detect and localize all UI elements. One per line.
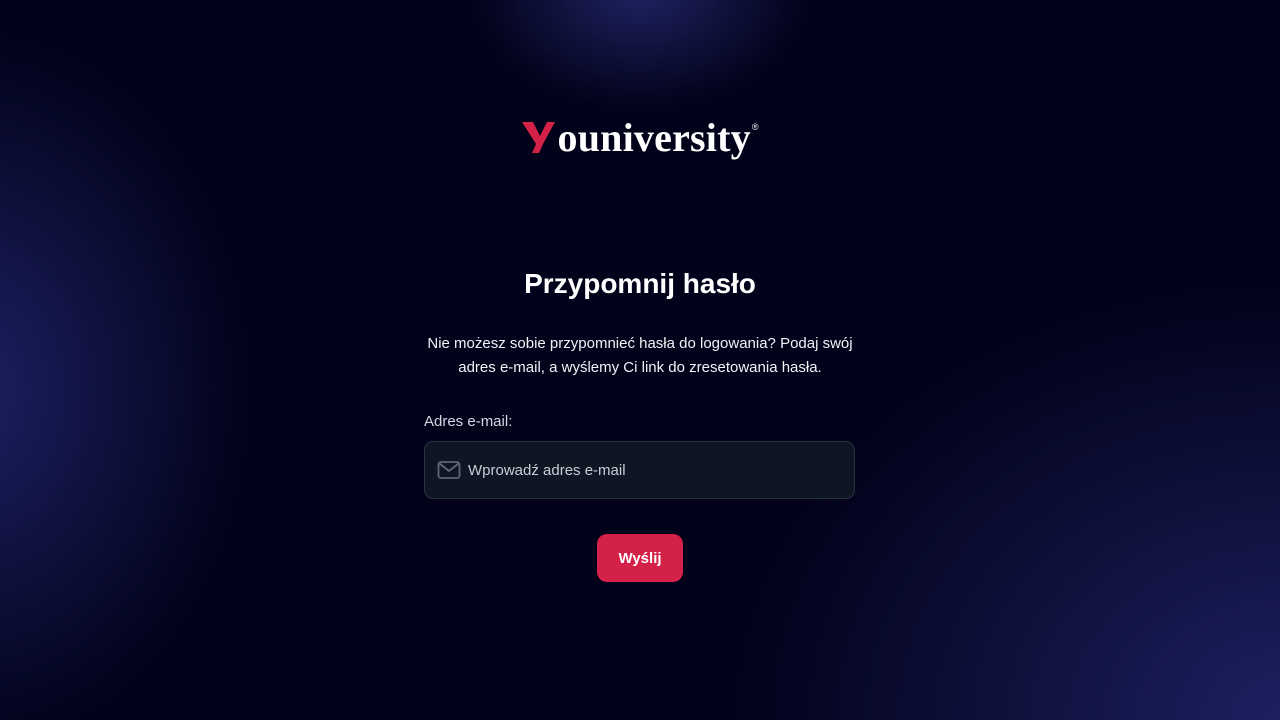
email-field-container[interactable] <box>424 441 855 499</box>
mail-icon <box>437 458 461 482</box>
logo-wordmark: ouniversity ® <box>521 115 759 160</box>
page-title: Przypomnij hasło <box>524 268 756 299</box>
email-label: Adres e-mail: <box>424 413 513 430</box>
submit-button[interactable]: Wyślij <box>597 534 683 582</box>
page-description: Nie możesz sobie przypomnieć hasła do lo… <box>427 335 853 376</box>
logo-text: ouniversity <box>557 115 751 160</box>
logo-y-mark-icon <box>521 122 555 153</box>
brand-logo: ouniversity ® <box>0 118 1280 158</box>
registered-mark: ® <box>751 122 759 132</box>
email-input[interactable] <box>468 461 828 479</box>
